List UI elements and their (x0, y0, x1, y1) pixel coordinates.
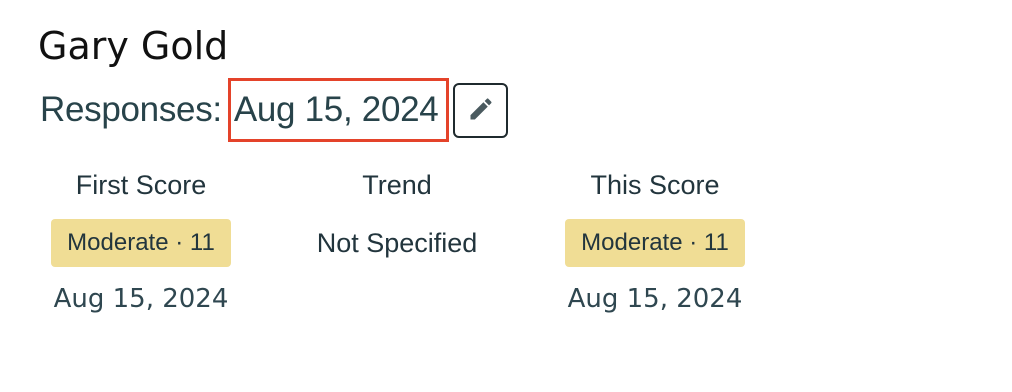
this-score-header: This Score (590, 170, 720, 200)
edit-responses-button[interactable] (453, 82, 509, 138)
first-score-badge: Moderate · 11 (51, 219, 231, 267)
this-score-column: This Score Moderate · 11 Aug 15, 2024 (525, 166, 785, 319)
patient-name: Gary Gold (38, 24, 229, 68)
responses-row: Responses: Aug 15, 2024 (40, 78, 509, 142)
first-score-column: First Score Moderate · 11 Aug 15, 2024 (11, 166, 271, 319)
first-score-header: First Score (75, 170, 207, 200)
trend-header: Trend (362, 170, 432, 200)
responses-date: Aug 15, 2024 (227, 78, 450, 142)
first-score-date: Aug 15, 2024 (53, 284, 229, 314)
trend-column: Trend Not Specified (267, 166, 527, 265)
this-score-badge: Moderate · 11 (565, 219, 745, 267)
this-score-date: Aug 15, 2024 (567, 284, 743, 314)
pencil-icon (467, 95, 495, 126)
trend-value: Not Specified (316, 228, 478, 258)
responses-label: Responses: (40, 90, 222, 129)
